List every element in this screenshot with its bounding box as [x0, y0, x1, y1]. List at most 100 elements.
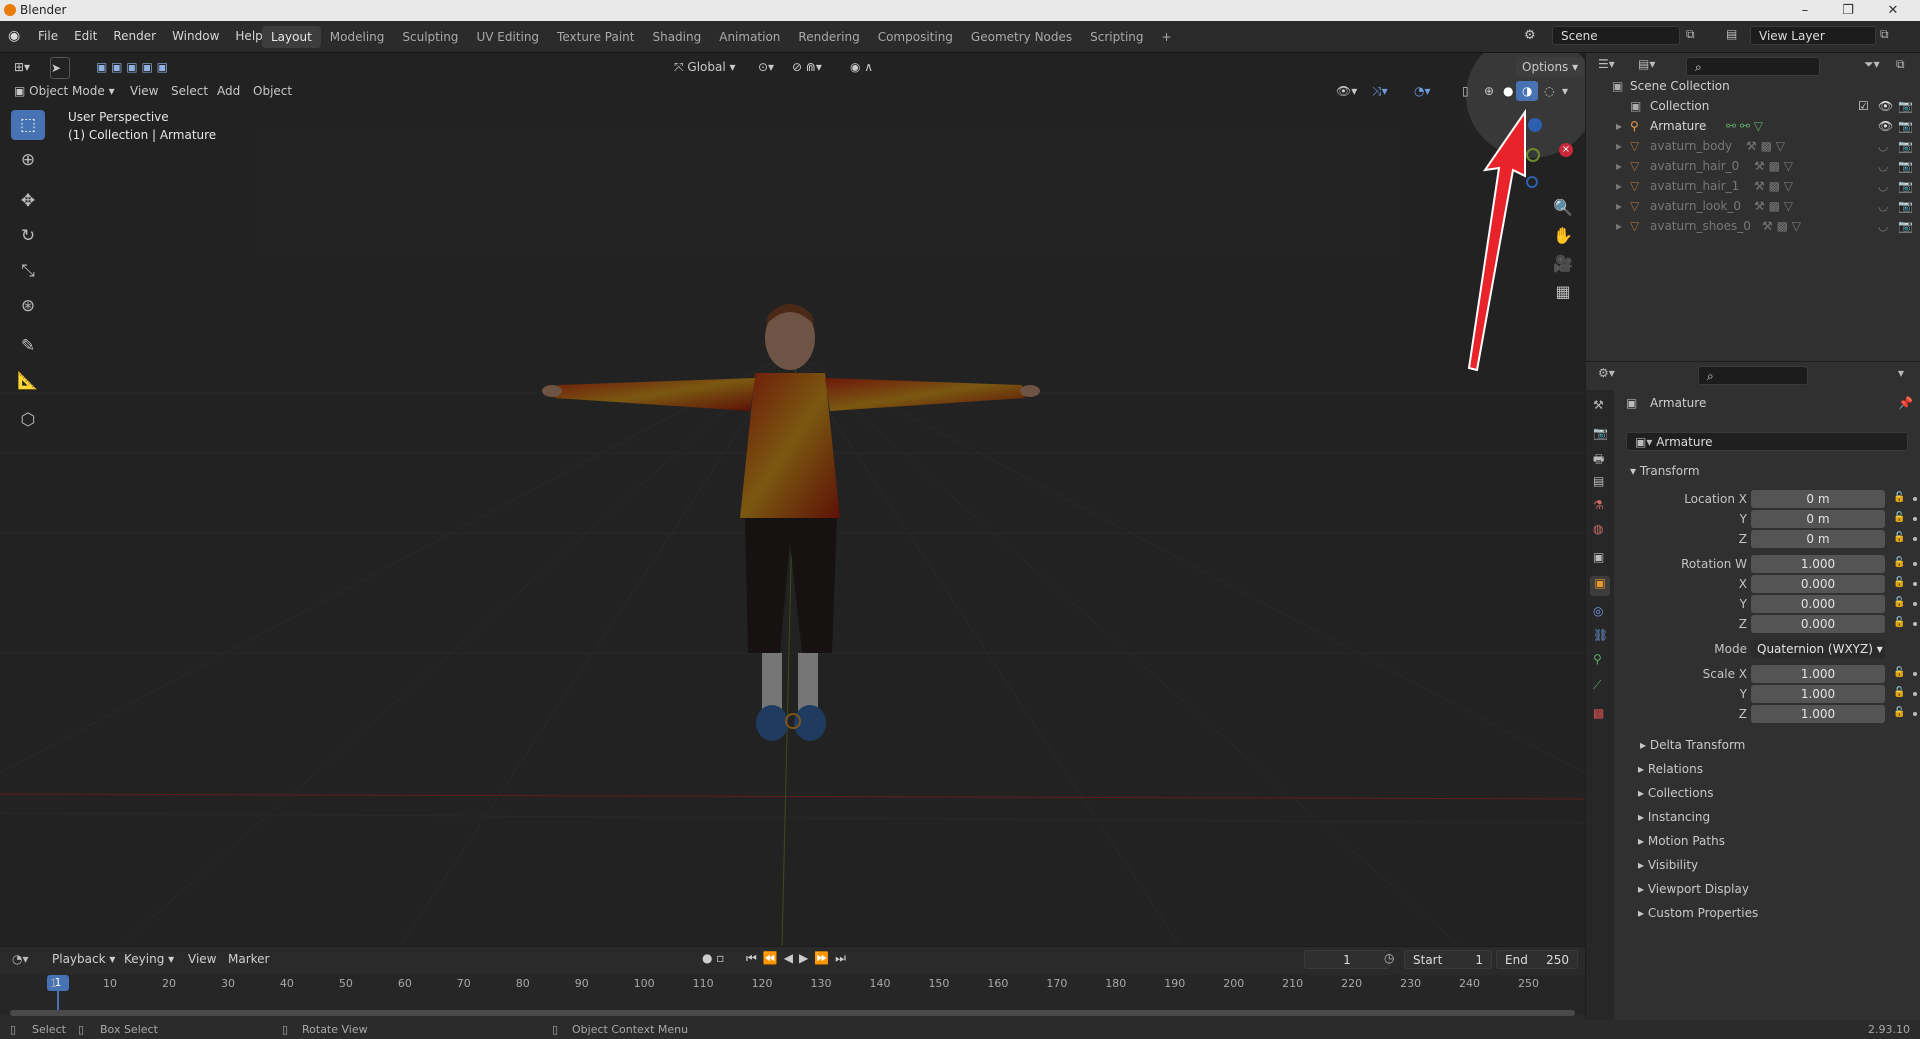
menu-window[interactable]: Window [164, 21, 227, 52]
tab-layout[interactable]: Layout [262, 26, 321, 48]
collapse-icon[interactable]: ▾ [1898, 366, 1904, 380]
cursor-tool-icon[interactable]: ⊕ [11, 145, 45, 175]
properties-search-input[interactable]: ⌕ [1698, 366, 1808, 385]
lock-icon[interactable]: 🔓 [1893, 667, 1905, 679]
outliner-editor-icon[interactable]: ☰▾ [1598, 57, 1615, 71]
lock-icon[interactable]: 🔓 [1893, 617, 1905, 629]
menu-render[interactable]: Render [105, 21, 164, 52]
relations-header[interactable]: ▸ Relations [1638, 759, 1703, 779]
menu-add[interactable]: Add [211, 81, 246, 101]
view-layer-tab-icon[interactable]: ▤ [1593, 474, 1604, 488]
rotate-tool-icon[interactable]: ↻ [11, 221, 45, 251]
lock-icon[interactable]: 🔓 [1893, 707, 1905, 719]
scene-icon[interactable]: ⚙ [1524, 28, 1536, 43]
keyframe-dot[interactable] [1913, 582, 1917, 586]
restore-icon[interactable]: ❐ [1828, 1, 1868, 20]
transform-section-header[interactable]: ▾ Transform [1630, 461, 1700, 481]
tab-sculpting[interactable]: Sculpting [393, 26, 467, 48]
blender-menu-icon[interactable]: ◉ [8, 28, 24, 44]
menu-playback[interactable]: Playback ▾ [52, 952, 115, 966]
menu-marker[interactable]: Marker [228, 952, 269, 966]
select-tool-icon[interactable]: ➤ [50, 57, 70, 79]
keyframe-dot[interactable] [1913, 622, 1917, 626]
outliner-item-armature[interactable]: ▸ ⚲ Armature ⚯ ⚯ ▽ 👁 📷 [1586, 116, 1920, 136]
eye-hidden-icon[interactable]: ◡ [1878, 136, 1888, 156]
camera-icon[interactable]: 📷 [1898, 156, 1913, 176]
scale-z-field[interactable]: 1.000 [1751, 705, 1885, 723]
eye-hidden-icon[interactable]: ◡ [1878, 176, 1888, 196]
lock-icon[interactable]: 🔓 [1893, 687, 1905, 699]
keyframe-dot[interactable] [1913, 517, 1917, 521]
camera-icon[interactable]: 📷 [1898, 116, 1913, 136]
view-layer-selector[interactable]: View Layer [1750, 26, 1876, 45]
collections-header[interactable]: ▸ Collections [1638, 783, 1713, 803]
current-frame-field[interactable]: 1 [1304, 950, 1390, 969]
options-dropdown[interactable]: Options ▾ [1516, 57, 1585, 77]
camera-icon[interactable]: 📷 [1898, 96, 1913, 116]
viewport-display-header[interactable]: ▸ Viewport Display [1638, 879, 1749, 899]
new-collection-icon[interactable]: ⧉ [1896, 57, 1905, 72]
clock-icon[interactable]: ◷ [1384, 951, 1394, 965]
visibility-icon[interactable]: 👁▾ [1330, 81, 1363, 101]
menu-keying[interactable]: Keying ▾ [124, 952, 174, 966]
scale-tool-icon[interactable]: ⤡ [11, 256, 45, 286]
menu-edit[interactable]: Edit [66, 21, 105, 52]
tab-geometry-nodes[interactable]: Geometry Nodes [962, 26, 1081, 48]
eye-icon[interactable]: 👁 [1878, 96, 1893, 116]
instancing-header[interactable]: ▸ Instancing [1638, 807, 1710, 827]
lock-icon[interactable]: 🔓 [1893, 532, 1905, 544]
outliner-item-hair-0[interactable]: ▸ ▽ avaturn_hair_0 ⚒ ▩ ▽ ◡ 📷 [1586, 156, 1920, 176]
timeline-editor-icon[interactable]: ◔▾ [12, 952, 29, 966]
checkbox-icon[interactable]: ☑ [1858, 96, 1869, 116]
transform-tool-icon[interactable]: ⊛ [11, 291, 45, 321]
output-tab-icon[interactable]: 🖶 [1593, 450, 1604, 471]
camera-icon[interactable]: 📷 [1898, 216, 1913, 236]
camera-icon[interactable]: 📷 [1898, 136, 1913, 156]
filter-icon[interactable]: ⏷▾ [1864, 57, 1880, 72]
keyframe-dot[interactable] [1913, 712, 1917, 716]
scale-y-field[interactable]: 1.000 [1751, 685, 1885, 703]
camera-icon[interactable]: 📷 [1898, 176, 1913, 196]
display-mode-icon[interactable]: ▤▾ [1638, 57, 1655, 71]
menu-file[interactable]: File [30, 21, 66, 52]
expand-icon[interactable]: ▸ [1616, 176, 1622, 196]
minimize-icon[interactable]: – [1785, 1, 1825, 20]
outliner-item-look-0[interactable]: ▸ ▽ avaturn_look_0 ⚒ ▩ ▽ ◡ 📷 [1586, 196, 1920, 216]
keyframe-dot[interactable] [1913, 602, 1917, 606]
move-tool-icon[interactable]: ✥ [11, 186, 45, 216]
lock-icon[interactable]: 🔓 [1893, 597, 1905, 609]
location-x-field[interactable]: 0 m [1751, 490, 1885, 508]
rotation-w-field[interactable]: 1.000 [1751, 555, 1885, 573]
keyframe-dot[interactable] [1913, 692, 1917, 696]
rotation-z-field[interactable]: 0.000 [1751, 615, 1885, 633]
menu-select[interactable]: Select [165, 81, 214, 101]
3d-viewport[interactable]: ⊞▾ ➤ ▣ ▣ ▣ ▣ ▣ ⤧ Global ▾ ⊙▾ ⊘ ⋒▾ ◉ ∧ Op… [0, 53, 1585, 946]
camera-icon[interactable]: 📷 [1898, 196, 1913, 216]
render-tab-icon[interactable]: 📷 [1593, 426, 1608, 440]
keyframe-dot[interactable] [1913, 672, 1917, 676]
tab-texture-paint[interactable]: Texture Paint [548, 26, 643, 48]
custom-properties-header[interactable]: ▸ Custom Properties [1638, 903, 1758, 923]
mode-selector[interactable]: ▣ Object Mode ▾ [8, 81, 121, 101]
editor-type-icon[interactable]: ⊞▾ [8, 57, 36, 77]
tab-modeling[interactable]: Modeling [321, 26, 394, 48]
outliner-item-body[interactable]: ▸ ▽ avaturn_body ⚒ ▩ ▽ ◡ 📷 [1586, 136, 1920, 156]
lock-icon[interactable]: 🔓 [1893, 492, 1905, 504]
start-frame-field[interactable]: Start 1 [1404, 950, 1492, 969]
playback-controls[interactable]: ⏮⏪◀▶⏩⏭ [746, 951, 852, 966]
selection-mode-icons[interactable]: ▣ ▣ ▣ ▣ ▣ [90, 57, 174, 77]
object-name-field[interactable]: ▣▾ Armature [1626, 432, 1908, 451]
timeline-scrollbar[interactable] [10, 1010, 1575, 1016]
outliner-search-input[interactable]: ⌕ [1686, 57, 1820, 76]
tool-tab-icon[interactable]: ⚒ [1593, 398, 1604, 412]
gizmo-icon[interactable]: ⤨▾ [1366, 81, 1394, 101]
scene-selector[interactable]: Scene [1552, 26, 1680, 45]
lock-icon[interactable]: 🔓 [1893, 512, 1905, 524]
measure-tool-icon[interactable]: 📐 [11, 366, 45, 396]
expand-icon[interactable]: ▸ [1616, 216, 1622, 236]
expand-icon[interactable]: ▸ [1616, 156, 1622, 176]
keyframe-dot[interactable] [1913, 497, 1917, 501]
select-box-tool-icon[interactable]: ⬚ [11, 110, 45, 140]
eye-hidden-icon[interactable]: ◡ [1878, 156, 1888, 176]
tab-animation[interactable]: Animation [710, 26, 789, 48]
